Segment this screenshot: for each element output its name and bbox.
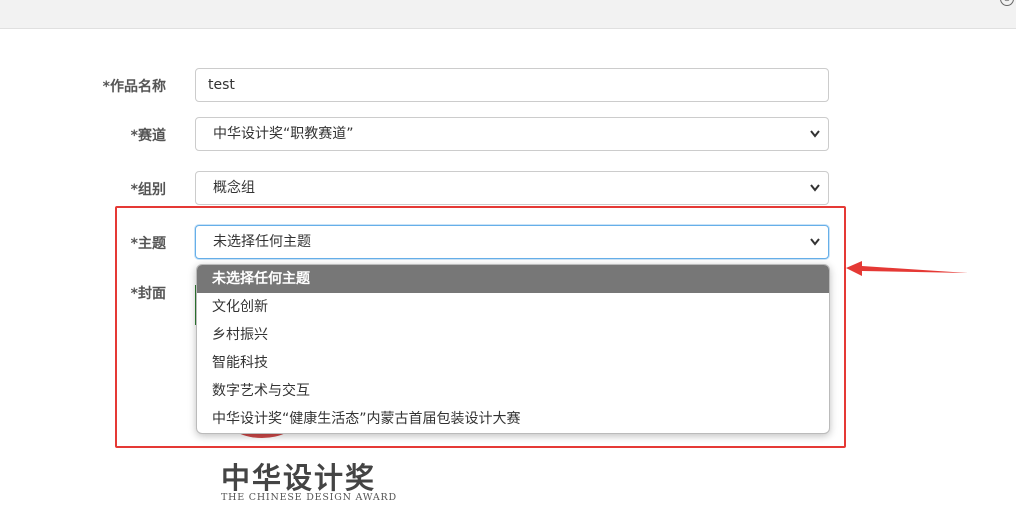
work-name-value: test [208, 77, 235, 93]
track-value: 中华设计奖“职教赛道” [213, 126, 354, 142]
annotation-arrow-icon [846, 261, 968, 276]
logo-chinese-text: 中华设计奖 [221, 461, 377, 495]
top-bar: ⊗ [0, 0, 1016, 29]
group-value: 概念组 [213, 180, 255, 196]
chevron-down-icon [810, 184, 820, 192]
work-name-input[interactable]: test [195, 68, 829, 102]
track-label: *赛道 [130, 128, 166, 144]
group-select[interactable]: 概念组 [195, 171, 829, 205]
logo-english-text: THE CHINESE DESIGN AWARD [221, 492, 397, 503]
highlight-box [115, 206, 846, 448]
group-label: *组别 [130, 182, 166, 198]
track-select[interactable]: 中华设计奖“职教赛道” [195, 117, 829, 151]
chevron-down-icon [810, 130, 820, 138]
work-name-label: *作品名称 [102, 79, 166, 95]
close-icon[interactable]: ⊗ [1000, 0, 1014, 6]
